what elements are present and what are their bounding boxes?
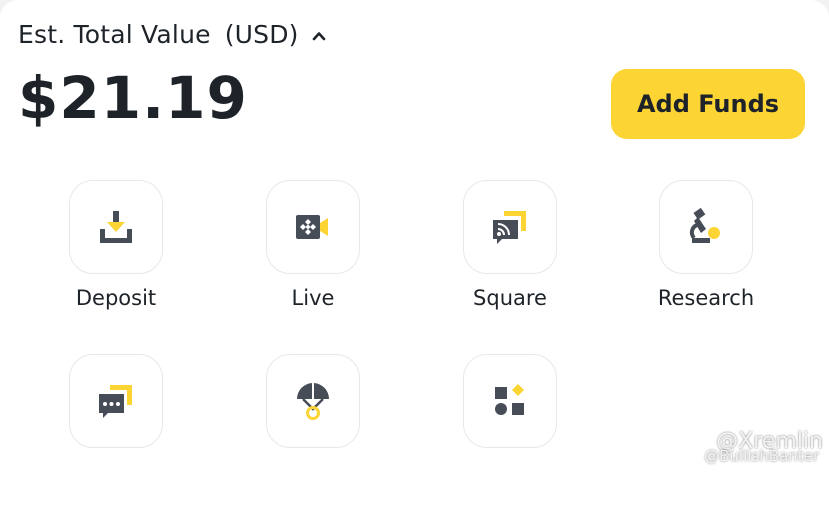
deposit-icon (100, 211, 132, 243)
shortcut-tile[interactable] (69, 180, 163, 274)
microscope-icon (689, 207, 720, 243)
chevron-up-icon[interactable] (311, 28, 327, 44)
more-shapes-icon (495, 384, 524, 415)
shortcut-tile[interactable] (69, 354, 163, 448)
est-total-value-label: Est. Total Value (18, 20, 211, 49)
total-balance-amount: $21.19 (18, 64, 248, 132)
shortcut-research[interactable]: Research (606, 180, 806, 310)
shortcut-chat[interactable] (16, 354, 216, 460)
shortcut-tile[interactable] (266, 354, 360, 448)
shortcut-more[interactable] (410, 354, 610, 460)
shortcut-live[interactable]: Live (213, 180, 413, 310)
live-camera-icon (296, 215, 328, 239)
shortcut-label: Live (291, 286, 335, 310)
watermark-sub-handle: @BullishBanter (704, 447, 819, 465)
shortcut-tile[interactable] (463, 354, 557, 448)
chat-icon (99, 385, 132, 418)
parachute-icon (297, 383, 329, 420)
shortcut-tile[interactable] (659, 180, 753, 274)
currency-label: (USD) (224, 20, 299, 49)
shortcut-square[interactable]: Square (410, 180, 610, 310)
shortcut-tile[interactable] (463, 180, 557, 274)
est-total-value-toggle[interactable]: Est. Total Value (USD) (18, 20, 327, 49)
wallet-overview-card: Est. Total Value (USD) $21.19 Add Funds … (0, 0, 829, 520)
shortcut-tile[interactable] (266, 180, 360, 274)
square-feed-icon (493, 211, 526, 244)
shortcut-label: Deposit (75, 286, 157, 310)
shortcut-label: Research (657, 286, 755, 310)
shortcut-deposit[interactable]: Deposit (16, 180, 216, 310)
shortcut-parachute[interactable] (213, 354, 413, 460)
add-funds-button[interactable]: Add Funds (611, 69, 805, 139)
shortcut-label: Square (473, 286, 547, 310)
